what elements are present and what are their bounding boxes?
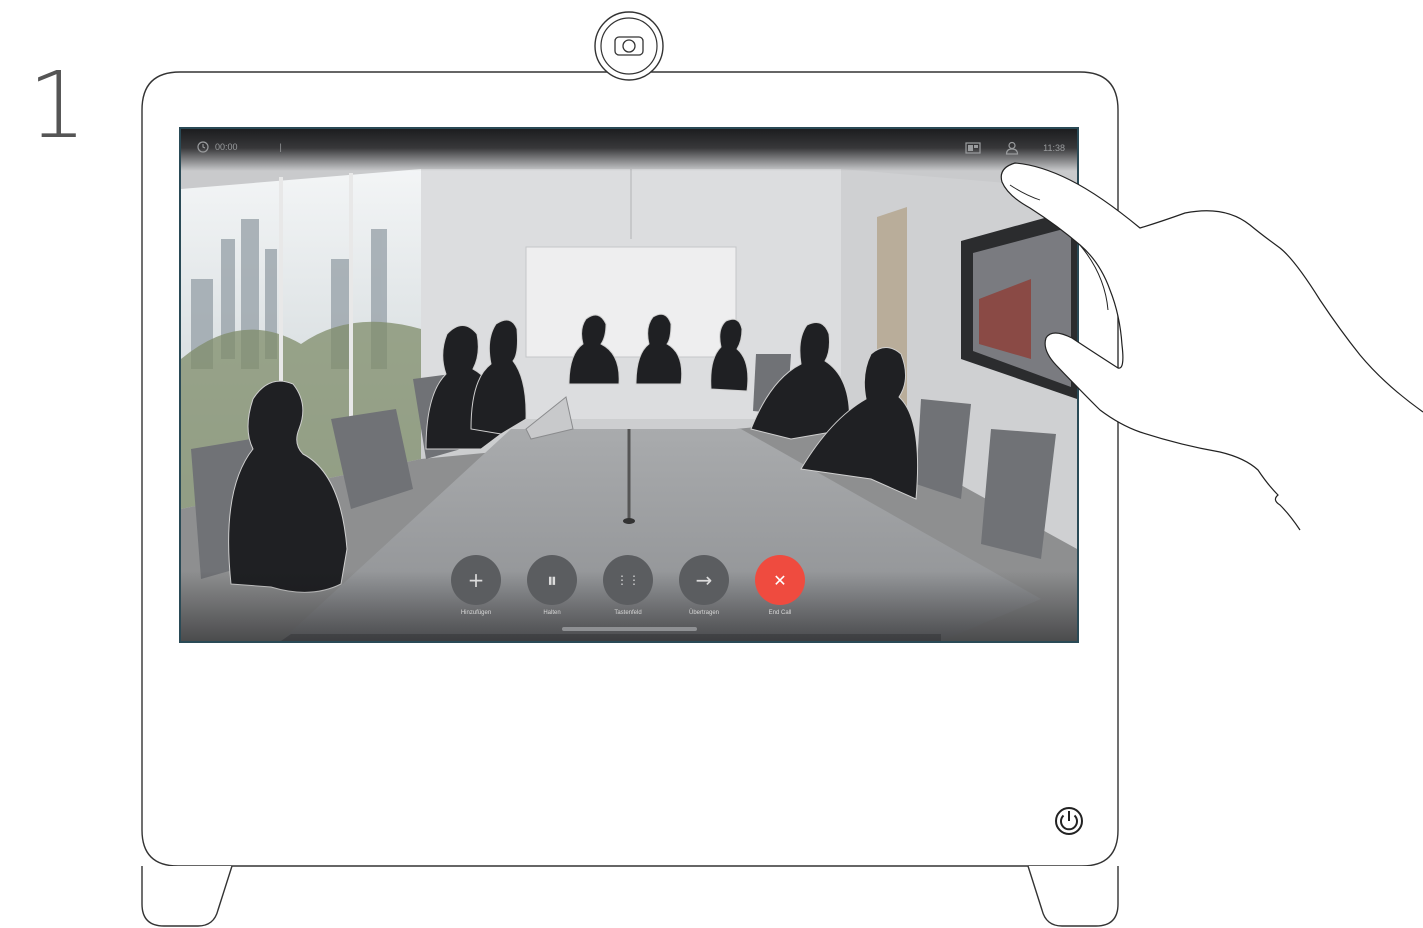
person-icon[interactable] (1005, 141, 1019, 155)
call-duration: 00:00 (215, 142, 238, 152)
status-bar: 00:00 | 11:38 (181, 129, 1077, 171)
control-label: Hinzufügen (460, 610, 492, 616)
control-label: Übertragen (688, 610, 720, 616)
plus-icon: + (451, 555, 501, 605)
hold-button[interactable]: ⏸ Halten (527, 555, 577, 616)
layout-icon[interactable] (965, 142, 981, 154)
end-call-button[interactable]: ✕ End Call (755, 555, 805, 616)
clock-icon (197, 141, 209, 153)
home-indicator (562, 627, 697, 631)
call-controls: + Hinzufügen ⏸ Halten ⋮⋮ Tastenfeld → Üb… (451, 555, 805, 616)
clock-time: 11:38 (1043, 143, 1065, 153)
status-separator: | (279, 142, 282, 152)
control-label: Tastenfeld (614, 610, 642, 616)
camera-icon (594, 11, 664, 81)
call-screen: 00:00 | 11:38 + Hinzufügen ⏸ Halten ⋮⋮ T… (181, 129, 1077, 641)
control-label: End Call (768, 610, 792, 616)
add-participant-button[interactable]: + Hinzufügen (451, 555, 501, 616)
close-icon: ✕ (755, 555, 805, 605)
pause-icon: ⏸ (527, 555, 577, 605)
transfer-button[interactable]: → Übertragen (679, 555, 729, 616)
arrow-right-icon: → (679, 555, 729, 605)
keypad-icon: ⋮⋮ (603, 555, 653, 605)
control-label: Halten (543, 610, 561, 616)
power-icon[interactable] (1055, 807, 1083, 835)
keypad-button[interactable]: ⋮⋮ Tastenfeld (603, 555, 653, 616)
